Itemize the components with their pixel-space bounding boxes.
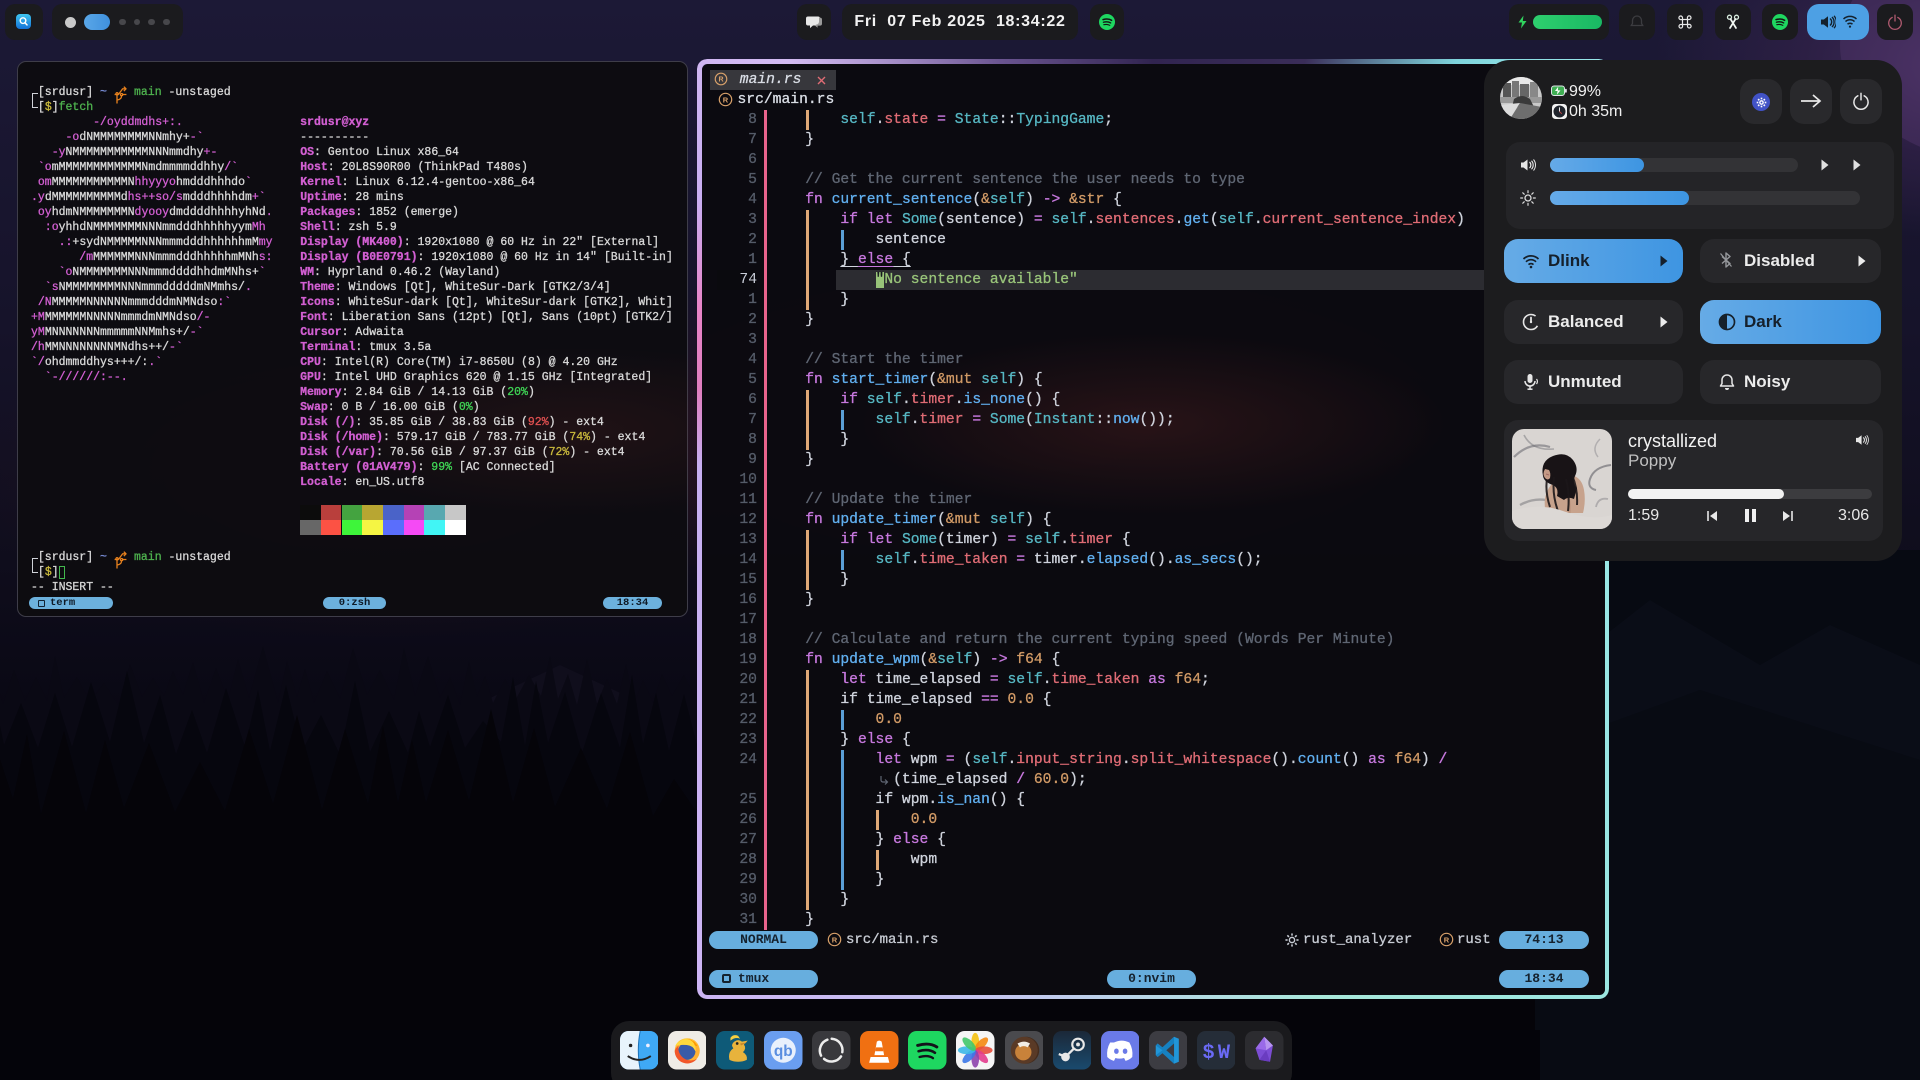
svg-text:R: R [718,77,723,84]
svg-text:R: R [723,95,729,104]
svg-text:R: R [832,935,838,944]
svg-text:qb: qb [774,1043,793,1060]
svg-text:R: R [1444,935,1450,944]
svg-text:$: $ [1202,1042,1214,1065]
svg-text:W: W [1218,1042,1231,1065]
